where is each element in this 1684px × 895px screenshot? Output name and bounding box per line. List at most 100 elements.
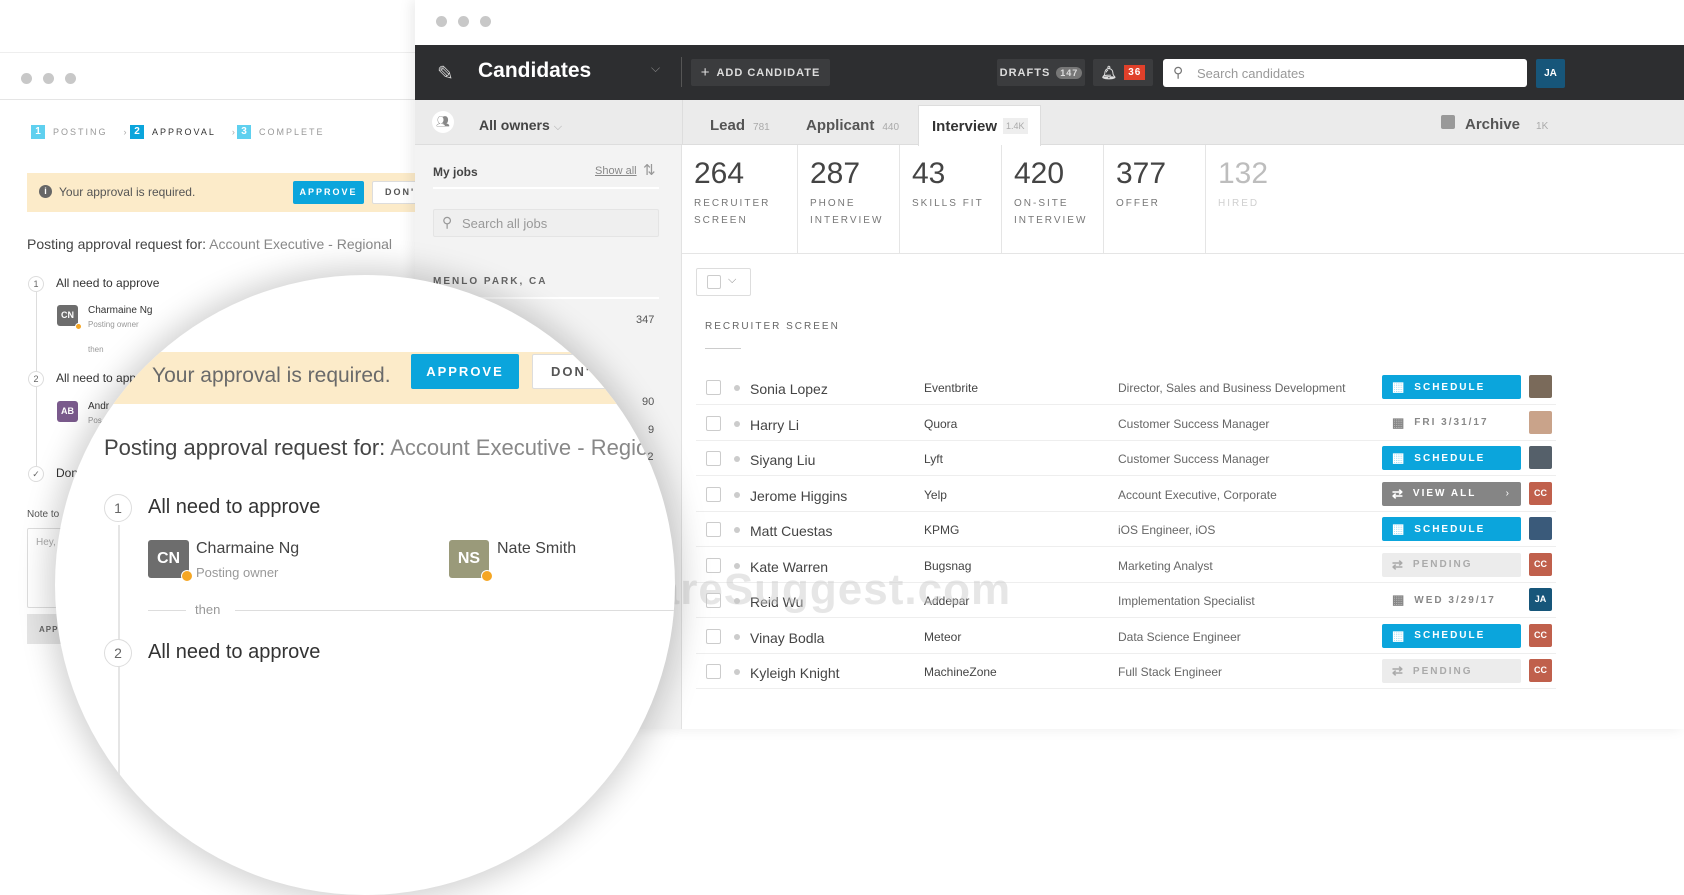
chevron-down-icon[interactable]: ⌵ [651, 61, 660, 76]
group-number: 2 [28, 371, 44, 387]
status-dot [734, 385, 740, 391]
candidate-title: Customer Success Manager [1118, 416, 1270, 431]
calendar-icon: ▦ [1392, 592, 1407, 607]
user-avatar[interactable]: JA [1536, 59, 1565, 88]
group-number: 1 [104, 494, 132, 522]
candidate-row[interactable]: Kyleigh Knight MachineZone Full Stack Engi… [696, 654, 1556, 689]
calendar-icon: ▦ [1392, 521, 1407, 536]
archive-link[interactable]: Archive 1K [1465, 116, 1548, 133]
owners-dropdown[interactable]: All owners ⌵ [479, 117, 562, 134]
bulk-select-dropdown[interactable]: ⌵ [696, 268, 751, 296]
search-jobs-input[interactable]: ⚲ Search all jobs [433, 209, 659, 237]
owner-avatar[interactable] [1529, 410, 1552, 434]
row-checkbox[interactable] [706, 628, 721, 644]
candidate-row[interactable]: Sonia Lopez Eventbrite Director, Sales and… [696, 370, 1556, 405]
candidate-row[interactable]: Jerome Higgins Yelp Account Executive, Cor… [696, 477, 1556, 512]
tab-applicant[interactable]: Applicant 440 [806, 117, 899, 134]
status-dot [734, 669, 740, 675]
group-title: All need to approve [148, 496, 321, 518]
search-icon: ⚲ [442, 214, 453, 230]
step-approval[interactable]: 2 APPROVAL › [130, 125, 237, 139]
drafts-count: 147 [1056, 66, 1083, 79]
step-complete[interactable]: 3 COMPLETE [237, 125, 325, 139]
window-dot [480, 16, 491, 27]
approver-role: Posting owner [196, 565, 279, 580]
candidate-name[interactable]: Vinay Bodla [750, 630, 824, 646]
owner-avatar[interactable]: CC [1529, 623, 1552, 647]
group-number: 1 [28, 276, 44, 292]
stage-onsite-interview[interactable]: 420 ON-SITE INTERVIEW [1002, 145, 1104, 253]
stage-offer[interactable]: 377 OFFER [1104, 145, 1206, 253]
candidate-name[interactable]: Harry Li [750, 417, 799, 433]
avatar: CN [57, 305, 82, 330]
window-dot [21, 73, 32, 84]
dont-approve-button[interactable]: DON'T [532, 354, 642, 389]
avatar: NS [449, 540, 493, 582]
row-checkbox[interactable] [706, 486, 721, 502]
archive-icon [1441, 115, 1455, 129]
pending-button[interactable]: ⇄ PENDING [1382, 552, 1521, 577]
owner-avatar[interactable]: CC [1529, 481, 1552, 505]
schedule-button[interactable]: ▦ SCHEDULE [1382, 517, 1521, 541]
then-label: then [195, 602, 221, 617]
approve-button[interactable]: APPROVE [293, 181, 364, 204]
approver-name: Charmaine Ng [196, 540, 300, 557]
viewall-button[interactable]: ⇄ VIEW ALL › [1382, 481, 1521, 506]
search-candidates-input[interactable]: ⚲ Search candidates [1163, 59, 1527, 87]
row-checkbox[interactable] [706, 415, 721, 431]
candidate-title: Implementation Specialist [1118, 594, 1255, 608]
owner-avatar[interactable]: CC [1529, 659, 1552, 682]
avatar: AB [57, 401, 78, 422]
page-title: Candidates [478, 59, 592, 82]
approver-name: Nate Smith [497, 540, 577, 557]
owner-avatar[interactable] [1529, 446, 1552, 469]
tab-interview[interactable]: Interview 1.4K [918, 105, 1041, 146]
approve-button[interactable]: APPROVE [411, 354, 519, 389]
owner-avatar[interactable]: CC [1529, 552, 1552, 576]
status-dot [734, 633, 740, 640]
job-count: 347 [636, 314, 655, 326]
my-jobs-label: My jobs [433, 165, 478, 179]
window-dot [436, 16, 447, 27]
approver-name: Charmaine Ng [88, 305, 153, 316]
candidate-name[interactable]: Jerome Higgins [750, 488, 847, 504]
stage-phone-interview[interactable]: 287 PHONE INTERVIEW [798, 145, 900, 253]
candidate-name[interactable]: Sonia Lopez [750, 381, 828, 397]
calendar-icon: ▦ [1392, 379, 1407, 394]
candidate-name[interactable]: Matt Cuestas [750, 523, 832, 539]
candidate-row[interactable]: Harry Li Quora Customer Success Manager ▦ FR… [696, 406, 1556, 441]
candidate-title: iOS Engineer, iOS [1118, 523, 1216, 537]
candidate-row[interactable]: Vinay Bodla Meteor Data Science Engineer ▦ S… [696, 619, 1556, 654]
candidate-company: Yelp [924, 487, 947, 502]
sort-icon[interactable]: ⇅ [643, 161, 656, 179]
owner-avatar[interactable] [1529, 517, 1552, 540]
candidate-company: KPMG [924, 523, 960, 537]
row-checkbox[interactable] [706, 451, 721, 466]
schedule-button[interactable]: ▦ SCHEDULE [1382, 623, 1521, 648]
row-checkbox[interactable] [706, 522, 721, 537]
candidate-name[interactable]: Kyleigh Knight [750, 665, 840, 681]
drafts-button[interactable]: DRAFTS 147 [997, 59, 1085, 86]
row-checkbox[interactable] [706, 380, 721, 395]
show-all-link[interactable]: Show all [595, 165, 637, 177]
candidate-row[interactable]: Siyang Liu Lyft Customer Success Manager ▦ S… [696, 441, 1556, 476]
candidate-title: Full Stack Engineer [1118, 665, 1223, 679]
candidate-row[interactable]: Matt Cuestas KPMG iOS Engineer, iOS ▦ SCHEDU… [696, 512, 1556, 547]
schedule-button[interactable]: ▦ SCHEDULE [1382, 375, 1521, 399]
candidate-name[interactable]: Siyang Liu [750, 452, 815, 468]
step-posting[interactable]: 1 POSTING › [31, 125, 129, 139]
stage-hired[interactable]: 132 HIRED [1206, 145, 1308, 253]
tab-lead[interactable]: Lead 781 [710, 117, 770, 134]
row-checkbox[interactable] [706, 664, 721, 679]
status-dot [734, 420, 740, 427]
stage-recruiter-screen[interactable]: 264 RECRUITER SCREEN [682, 145, 798, 253]
notifications-button[interactable]: 🔔︎ 36 [1093, 59, 1153, 86]
owner-avatar[interactable]: JA [1529, 588, 1552, 611]
calendar-icon: ▦ [1392, 627, 1407, 643]
stage-skills-fit[interactable]: 43 SKILLS FIT [900, 145, 1002, 253]
candidate-title: Data Science Engineer [1118, 629, 1241, 644]
add-candidate-button[interactable]: + ADD CANDIDATE [691, 59, 830, 86]
owner-avatar[interactable] [1529, 375, 1552, 398]
pending-button[interactable]: ⇄ PENDING [1382, 659, 1521, 683]
schedule-button[interactable]: ▦ SCHEDULE [1382, 446, 1521, 470]
